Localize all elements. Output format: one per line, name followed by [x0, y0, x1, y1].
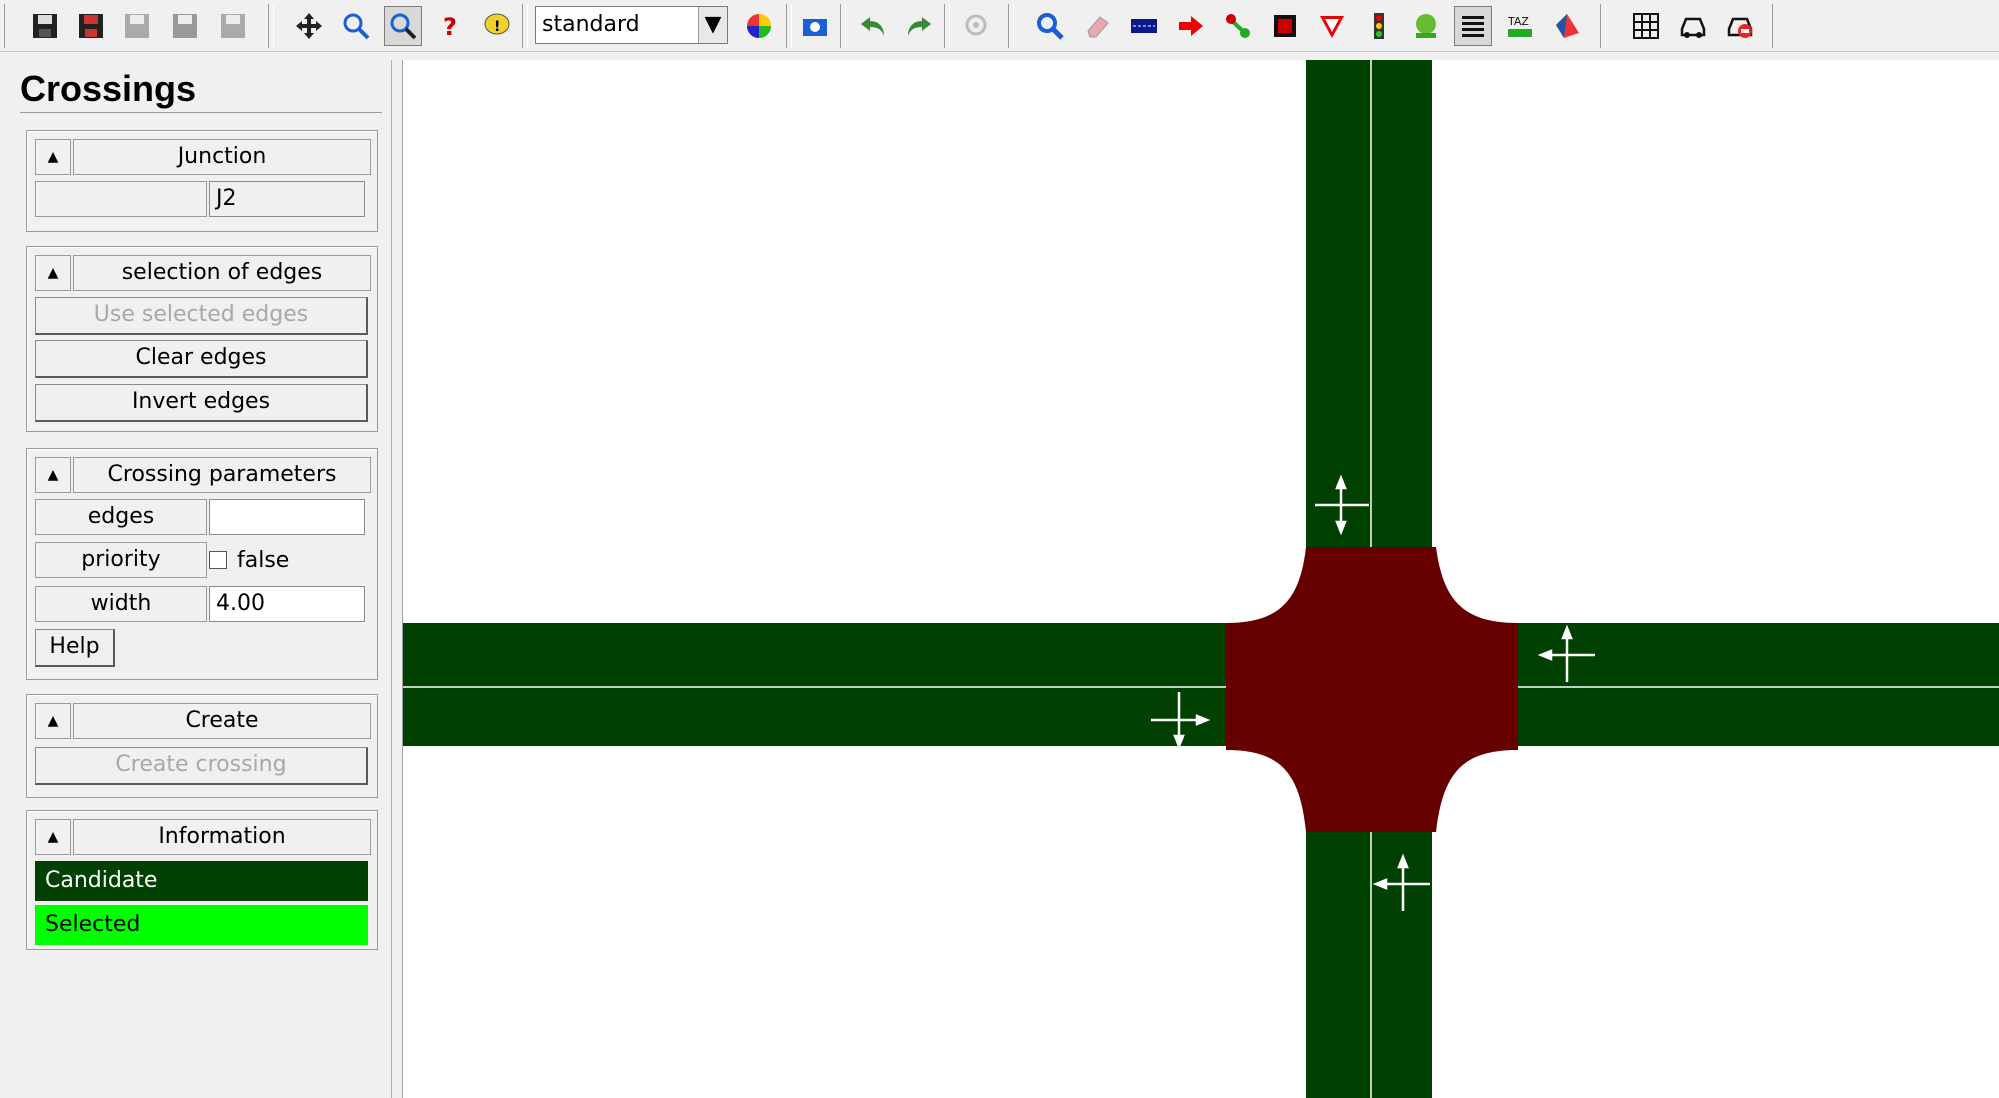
- edges-field[interactable]: [209, 499, 365, 535]
- settings-disabled-icon[interactable]: [958, 6, 996, 46]
- save-all-disabled-icon[interactable]: [214, 6, 252, 46]
- inspect-mode-icon[interactable]: [384, 6, 422, 46]
- save-film-icon[interactable]: [72, 6, 110, 46]
- crossings-mode-icon[interactable]: [1454, 6, 1492, 46]
- priority-label: priority: [35, 542, 207, 578]
- create-header[interactable]: Create: [73, 703, 371, 739]
- collapse-icon[interactable]: ▲: [35, 703, 71, 739]
- edge-west-east[interactable]: [403, 623, 1999, 746]
- junction-header[interactable]: Junction: [73, 139, 371, 175]
- edges-label: edges: [35, 499, 207, 535]
- inspect-icon[interactable]: [1031, 6, 1069, 46]
- delete-icon[interactable]: [1078, 6, 1116, 46]
- redo-icon[interactable]: [900, 6, 938, 46]
- svg-text:!: !: [494, 19, 500, 35]
- taz-icon[interactable]: TAZ: [1501, 6, 1539, 46]
- collapse-icon[interactable]: ▲: [35, 819, 71, 855]
- vehicle-icon[interactable]: [1674, 6, 1712, 46]
- create-group: ▲ Create Create crossing: [26, 694, 378, 798]
- priority-checkbox[interactable]: false: [209, 542, 289, 578]
- create-crossing-button[interactable]: Create crossing: [35, 747, 368, 785]
- legend-selected: Selected: [35, 905, 368, 945]
- connection-icon[interactable]: [1219, 6, 1257, 46]
- collapse-icon[interactable]: ▲: [35, 139, 71, 175]
- priority-value: false: [237, 547, 290, 573]
- zoom-icon[interactable]: [337, 6, 375, 46]
- yield-icon[interactable]: [1313, 6, 1351, 46]
- color-scheme-select[interactable]: standard ▼: [535, 6, 728, 44]
- color-scheme-value: standard: [542, 12, 640, 37]
- toolbar: ? ! standard ▼ TAZ: [0, 0, 1999, 52]
- prohibition-icon[interactable]: [1266, 6, 1304, 46]
- toolbar-separator: [786, 4, 792, 48]
- edge-selection-header[interactable]: selection of edges: [73, 255, 371, 291]
- crossing-parameters-header[interactable]: Crossing parameters: [73, 457, 371, 493]
- help-button[interactable]: Help: [35, 629, 115, 667]
- crossing-parameters-group: ▲ Crossing parameters edges priority fal…: [26, 448, 378, 680]
- junction-j2[interactable]: [1226, 547, 1518, 832]
- network-canvas[interactable]: [402, 60, 1999, 1098]
- create-connection-icon[interactable]: [1172, 6, 1210, 46]
- help-icon[interactable]: ?: [431, 6, 469, 46]
- color-wheel-icon[interactable]: [740, 6, 778, 46]
- create-edge-icon[interactable]: [1125, 6, 1163, 46]
- polygon-icon[interactable]: [1548, 6, 1586, 46]
- traffic-light-icon[interactable]: [1360, 6, 1398, 46]
- width-label: width: [35, 586, 207, 622]
- use-selected-edges-button[interactable]: Use selected edges: [35, 297, 368, 335]
- save-as-disabled-icon[interactable]: [166, 6, 204, 46]
- invert-edges-button[interactable]: Invert edges: [35, 384, 368, 422]
- toolbar-separator: [522, 4, 528, 48]
- chevron-down-icon[interactable]: ▼: [698, 7, 727, 43]
- move-mode-icon[interactable]: [290, 6, 328, 46]
- edge-selection-group: ▲ selection of edges Use selected edges …: [26, 246, 378, 432]
- crossings-frame: Crossings ▲ Junction J2 ▲ selection of e…: [8, 60, 392, 1098]
- undo-icon[interactable]: [854, 6, 892, 46]
- toolbar-grip: [4, 4, 7, 48]
- title-divider: [20, 112, 382, 113]
- clear-edges-button[interactable]: Clear edges: [35, 340, 368, 378]
- toolbar-separator: [840, 4, 846, 48]
- svg-text:?: ?: [443, 13, 457, 41]
- collapse-icon[interactable]: ▲: [35, 255, 71, 291]
- information-header[interactable]: Information: [73, 819, 371, 855]
- toolbar-separator: [1600, 4, 1606, 48]
- route-icon[interactable]: [1721, 6, 1759, 46]
- junction-id-label: [35, 181, 207, 217]
- checkbox-box[interactable]: [209, 551, 227, 569]
- message-icon[interactable]: !: [478, 6, 516, 46]
- width-field[interactable]: 4.00: [209, 586, 365, 622]
- svg-text:TAZ: TAZ: [1507, 15, 1529, 28]
- junction-group: ▲ Junction J2: [26, 130, 378, 232]
- network-view[interactable]: [403, 60, 1999, 1098]
- legend-candidate: Candidate: [35, 861, 368, 901]
- junction-id-field: J2: [209, 181, 365, 217]
- toolbar-separator: [268, 4, 274, 48]
- collapse-icon[interactable]: ▲: [35, 457, 71, 493]
- grid-icon[interactable]: [1627, 6, 1665, 46]
- save-disabled-icon[interactable]: [118, 6, 156, 46]
- information-group: ▲ Information Candidate Selected: [26, 810, 378, 950]
- save-network-icon[interactable]: [26, 6, 64, 46]
- toolbar-end: [1772, 4, 1775, 48]
- additional-icon[interactable]: [1407, 6, 1445, 46]
- screenshot-icon[interactable]: [796, 6, 834, 46]
- toolbar-separator: [944, 4, 950, 48]
- toolbar-separator: [1008, 4, 1014, 48]
- page-title: Crossings: [20, 68, 197, 109]
